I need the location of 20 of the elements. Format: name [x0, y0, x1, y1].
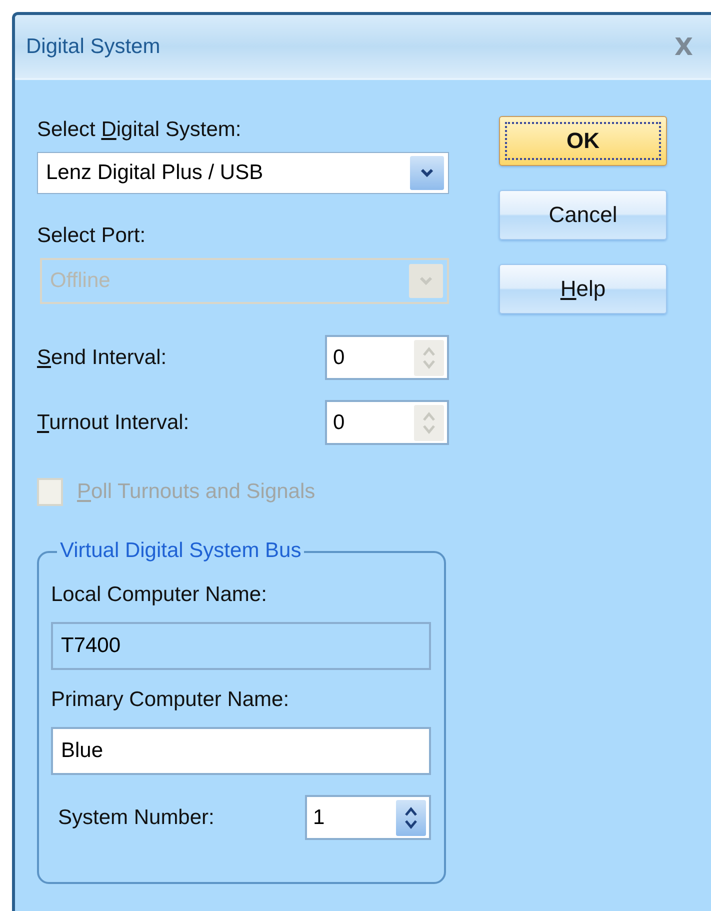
- checkbox-label: Poll Turnouts and Signals: [77, 480, 316, 504]
- field-label: Local Computer Name:: [51, 583, 268, 607]
- system-dropdown[interactable]: Lenz Digital Plus / USB: [37, 152, 449, 194]
- group-title: Virtual Digital System Bus: [57, 539, 304, 563]
- field-label: Select Port:: [37, 224, 147, 248]
- spinner-arrows-icon: [404, 804, 418, 830]
- dialog-button[interactable]: Help: [499, 264, 667, 314]
- text-field[interactable]: Blue: [51, 727, 431, 775]
- spinner-arrows-icon: [422, 410, 436, 436]
- field-label: System Number:: [58, 806, 214, 830]
- number-spinner[interactable]: 1: [305, 795, 431, 840]
- window-title: Digital System: [26, 34, 160, 58]
- spinner-arrows-icon: [422, 344, 436, 370]
- dialog-button[interactable]: OK: [499, 116, 667, 166]
- text-field[interactable]: T7400: [51, 622, 431, 670]
- field-label: Send Interval:: [37, 346, 167, 370]
- field-label: Select Digital System:: [37, 118, 242, 142]
- field-label: Primary Computer Name:: [51, 688, 290, 712]
- dialog-button[interactable]: Cancel: [499, 190, 667, 240]
- field-label: Turnout Interval:: [37, 410, 190, 434]
